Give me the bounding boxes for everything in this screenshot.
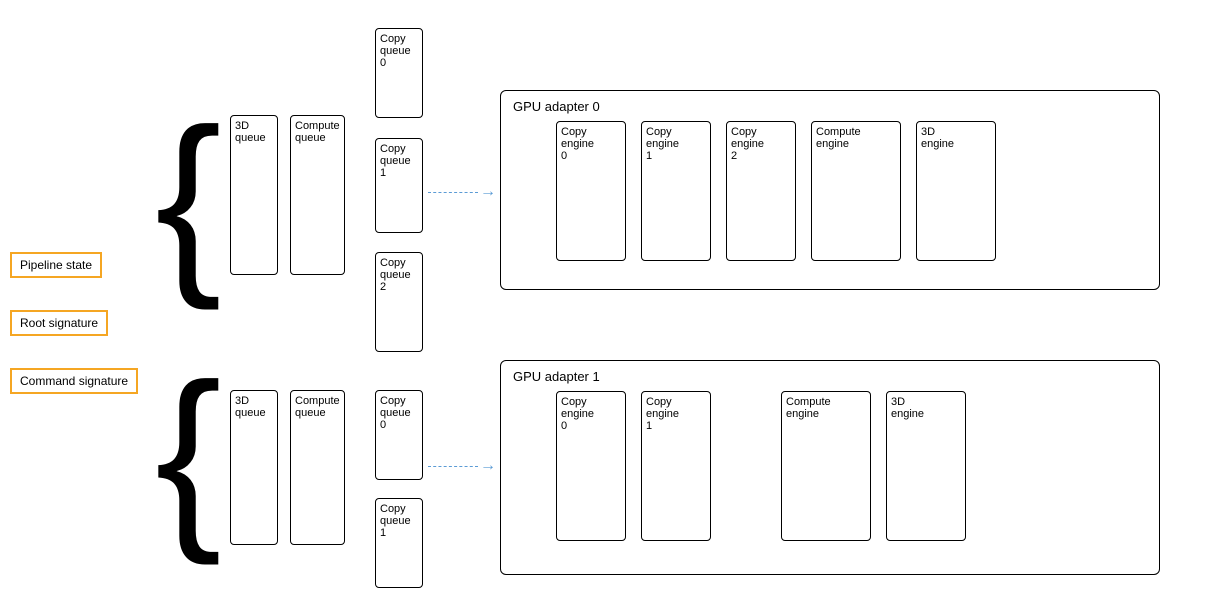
gpu-adapter-1-title: GPU adapter 1 — [513, 369, 600, 384]
adapter0-copy-queue-0: Copyqueue0 — [375, 28, 423, 118]
gpu0-copy-engine-1: Copyengine1 — [641, 121, 711, 261]
command-signature-label: Command signature — [10, 368, 138, 394]
pipeline-state-label: Pipeline state — [10, 252, 102, 278]
adapter1-copy-queue-0: Copyqueue0 — [375, 390, 423, 480]
diagram-container: Pipeline state Root signature Command si… — [0, 0, 1207, 615]
gpu0-copy-engine-2: Copyengine2 — [726, 121, 796, 261]
adapter1-compute-queue: Computequeue — [290, 390, 345, 545]
gpu0-copy-engine-0: Copyengine0 — [556, 121, 626, 261]
gpu-adapter-1: GPU adapter 1 Copyengine0 Copyengine1 Co… — [500, 360, 1160, 575]
brace-top: { — [155, 100, 222, 300]
arrow-top: → — [428, 183, 498, 201]
gpu1-copy-engine-1: Copyengine1 — [641, 391, 711, 541]
adapter0-3d-queue: 3Dqueue — [230, 115, 278, 275]
arrow-bottom: → — [428, 457, 498, 475]
gpu-adapter-0: GPU adapter 0 Copyengine0 Copyengine1 Co… — [500, 90, 1160, 290]
gpu-adapter-0-title: GPU adapter 0 — [513, 99, 600, 114]
gpu1-3d-engine: 3Dengine — [886, 391, 966, 541]
gpu1-copy-engine-0: Copyengine0 — [556, 391, 626, 541]
root-signature-label: Root signature — [10, 310, 108, 336]
gpu0-compute-engine: Computeengine — [811, 121, 901, 261]
gpu1-compute-engine: Computeengine — [781, 391, 871, 541]
brace-bottom: { — [155, 355, 222, 555]
adapter0-copy-queue-2: Copyqueue2 — [375, 252, 423, 352]
adapter1-3d-queue: 3Dqueue — [230, 390, 278, 545]
adapter0-copy-queue-1: Copyqueue1 — [375, 138, 423, 233]
adapter1-copy-queue-1: Copyqueue1 — [375, 498, 423, 588]
gpu0-3d-engine: 3Dengine — [916, 121, 996, 261]
adapter0-compute-queue: Computequeue — [290, 115, 345, 275]
